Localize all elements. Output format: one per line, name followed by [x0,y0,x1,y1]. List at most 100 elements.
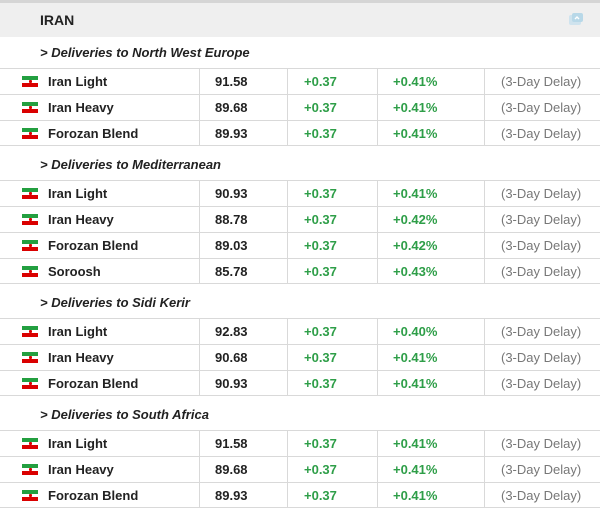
table-row[interactable]: Iran Light 91.58 +0.37 +0.41% (3-Day Del… [0,430,600,456]
iran-flag-icon [22,378,38,389]
section-label: > Deliveries to Sidi Kerir [40,295,190,310]
table-row[interactable]: Iran Heavy 89.68 +0.37 +0.41% (3-Day Del… [0,94,600,120]
price-cell: 89.93 [199,483,287,508]
name-cell: Iran Light [0,181,199,206]
name-cell: Iran Heavy [0,345,199,370]
iran-flag-icon [22,76,38,87]
section-header: > Deliveries to North West Europe [0,37,600,68]
change-cell: +0.37 [287,457,377,482]
section-header: > Deliveries to South Africa [0,399,600,430]
price-cell: 89.68 [199,95,287,120]
section-header: > Deliveries to Mediterranean [0,149,600,180]
table-row[interactable]: Iran Light 92.83 +0.37 +0.40% (3-Day Del… [0,318,600,344]
name-cell: Iran Heavy [0,95,199,120]
percent-change-cell: +0.41% [377,69,484,94]
name-cell: Iran Light [0,431,199,456]
name-cell: Forozan Blend [0,121,199,146]
table-row[interactable]: Soroosh 85.78 +0.37 +0.43% (3-Day Delay) [0,258,600,284]
percent-change-cell: +0.41% [377,483,484,508]
crude-name: Iran Heavy [48,350,114,365]
change-cell: +0.37 [287,95,377,120]
price-table-panel: IRAN > Deliveries to North West Europe I… [0,0,600,518]
delay-cell: (3-Day Delay) [484,95,600,120]
iran-flag-icon [22,266,38,277]
iran-flag-icon [22,128,38,139]
iran-flag-icon [22,464,38,475]
section-label: > Deliveries to South Africa [40,407,209,422]
change-cell: +0.37 [287,483,377,508]
crude-name: Iran Heavy [48,462,114,477]
price-cell: 92.83 [199,319,287,344]
section-label: > Deliveries to North West Europe [40,45,250,60]
crude-name: Forozan Blend [48,126,139,141]
percent-change-cell: +0.41% [377,431,484,456]
iran-flag-icon [22,490,38,501]
delay-cell: (3-Day Delay) [484,259,600,284]
name-cell: Forozan Blend [0,233,199,258]
crude-name: Forozan Blend [48,376,139,391]
section-header: > Deliveries to Sidi Kerir [0,287,600,318]
change-cell: +0.37 [287,233,377,258]
percent-change-cell: +0.41% [377,345,484,370]
crude-name: Forozan Blend [48,238,139,253]
change-cell: +0.37 [287,319,377,344]
name-cell: Iran Light [0,319,199,344]
price-cell: 90.93 [199,371,287,396]
table-row[interactable]: Forozan Blend 90.93 +0.37 +0.41% (3-Day … [0,370,600,396]
delay-cell: (3-Day Delay) [484,121,600,146]
percent-change-cell: +0.41% [377,181,484,206]
name-cell: Iran Heavy [0,457,199,482]
table-row[interactable]: Iran Light 91.58 +0.37 +0.41% (3-Day Del… [0,68,600,94]
percent-change-cell: +0.42% [377,207,484,232]
delay-cell: (3-Day Delay) [484,69,600,94]
panel-header: IRAN [0,3,600,37]
change-cell: +0.37 [287,371,377,396]
delay-cell: (3-Day Delay) [484,207,600,232]
percent-change-cell: +0.41% [377,95,484,120]
price-cell: 89.03 [199,233,287,258]
price-cell: 91.58 [199,431,287,456]
name-cell: Forozan Blend [0,371,199,396]
delay-cell: (3-Day Delay) [484,483,600,508]
refresh-chart-icon[interactable] [568,12,584,28]
crude-name: Forozan Blend [48,488,139,503]
change-cell: +0.37 [287,69,377,94]
table-row[interactable]: Forozan Blend 89.93 +0.37 +0.41% (3-Day … [0,120,600,146]
price-cell: 85.78 [199,259,287,284]
price-cell: 89.68 [199,457,287,482]
name-cell: Iran Heavy [0,207,199,232]
crude-name: Iran Heavy [48,100,114,115]
change-cell: +0.37 [287,345,377,370]
change-cell: +0.37 [287,259,377,284]
table-row[interactable]: Iran Heavy 90.68 +0.37 +0.41% (3-Day Del… [0,344,600,370]
price-cell: 90.68 [199,345,287,370]
crude-name: Iran Light [48,74,108,89]
crude-name: Iran Light [48,324,108,339]
crude-name: Soroosh [48,264,101,279]
percent-change-cell: +0.41% [377,371,484,396]
percent-change-cell: +0.41% [377,121,484,146]
iran-flag-icon [22,188,38,199]
table-row[interactable]: Iran Heavy 88.78 +0.37 +0.42% (3-Day Del… [0,206,600,232]
section-label: > Deliveries to Mediterranean [40,157,221,172]
iran-flag-icon [22,438,38,449]
price-cell: 91.58 [199,69,287,94]
table-row[interactable]: Iran Heavy 89.68 +0.37 +0.41% (3-Day Del… [0,456,600,482]
table-row[interactable]: Forozan Blend 89.93 +0.37 +0.41% (3-Day … [0,482,600,508]
name-cell: Soroosh [0,259,199,284]
iran-flag-icon [22,352,38,363]
crude-name: Iran Heavy [48,212,114,227]
table-row[interactable]: Forozan Blend 89.03 +0.37 +0.42% (3-Day … [0,232,600,258]
iran-flag-icon [22,102,38,113]
price-cell: 89.93 [199,121,287,146]
delay-cell: (3-Day Delay) [484,319,600,344]
name-cell: Iran Light [0,69,199,94]
delay-cell: (3-Day Delay) [484,233,600,258]
iran-flag-icon [22,214,38,225]
delay-cell: (3-Day Delay) [484,431,600,456]
crude-name: Iran Light [48,186,108,201]
change-cell: +0.37 [287,207,377,232]
change-cell: +0.37 [287,181,377,206]
delay-cell: (3-Day Delay) [484,345,600,370]
table-row[interactable]: Iran Light 90.93 +0.37 +0.41% (3-Day Del… [0,180,600,206]
